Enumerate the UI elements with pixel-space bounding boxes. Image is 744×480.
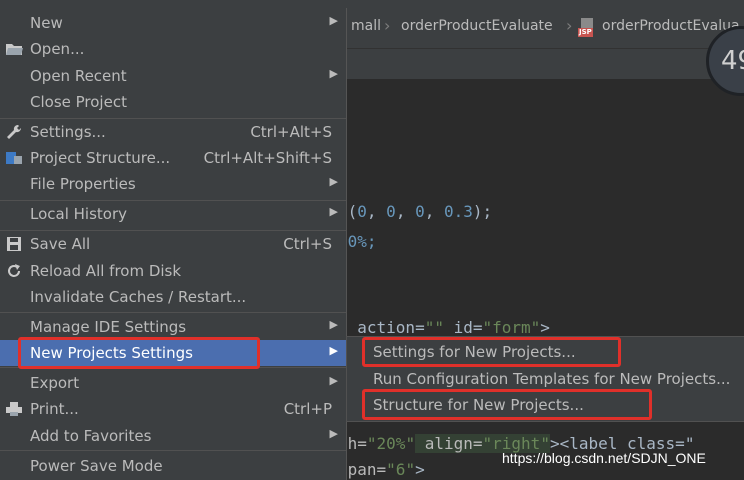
breadcrumb-item-file[interactable]: orderProductEvalua bbox=[602, 18, 740, 34]
highlight-box bbox=[18, 337, 260, 369]
submenu-arrow-icon: ▶ bbox=[329, 344, 338, 357]
printer-icon bbox=[5, 400, 23, 418]
wrench-icon bbox=[5, 123, 23, 141]
save-icon bbox=[5, 235, 23, 253]
editor-tab-bar bbox=[346, 48, 744, 79]
menu-item-invalidate-caches[interactable]: Invalidate Caches / Restart... bbox=[0, 284, 346, 310]
highlight-box bbox=[362, 337, 621, 367]
chevron-right-icon: › bbox=[566, 16, 573, 35]
submenu-arrow-icon: ▶ bbox=[329, 175, 338, 188]
chevron-right-icon: › bbox=[384, 16, 391, 35]
submenu-arrow-icon: ▶ bbox=[329, 67, 338, 80]
submenu-arrow-icon: ▶ bbox=[329, 427, 338, 440]
menu-item-open-recent[interactable]: Open Recent ▶ bbox=[0, 63, 346, 89]
menu-item-new[interactable]: New ▶ bbox=[0, 10, 346, 36]
menu-item-add-to-favorites[interactable]: Add to Favorites ▶ bbox=[0, 423, 346, 449]
menu-item-project-structure[interactable]: Project Structure... Ctrl+Alt+Shift+S bbox=[0, 145, 346, 171]
jsp-file-icon: JSP bbox=[578, 18, 596, 38]
submenu-arrow-icon: ▶ bbox=[329, 374, 338, 387]
menu-item-close-project[interactable]: Close Project bbox=[0, 89, 346, 115]
breadcrumb-item-mall[interactable]: mall bbox=[351, 18, 381, 34]
menu-item-reload[interactable]: Reload All from Disk bbox=[0, 258, 346, 284]
code-line: a(0, 0, 0, 0.3); bbox=[338, 202, 493, 221]
file-menu: New ▶ Open... Open Recent ▶ Close Projec… bbox=[0, 8, 347, 480]
submenu-arrow-icon: ▶ bbox=[329, 14, 338, 27]
reload-icon bbox=[5, 262, 23, 280]
folder-icon bbox=[5, 40, 23, 58]
menu-item-power-save-mode[interactable]: Power Save Mode bbox=[0, 453, 346, 479]
breadcrumb: mall › orderProductEvaluate › JSP orderP… bbox=[346, 8, 744, 48]
breadcrumb-item-folder[interactable]: orderProductEvaluate bbox=[401, 18, 553, 34]
submenu-arrow-icon: ▶ bbox=[329, 205, 338, 218]
menu-item-export[interactable]: Export ▶ bbox=[0, 370, 346, 396]
menu-item-settings[interactable]: Settings... Ctrl+Alt+S bbox=[0, 119, 346, 145]
menu-item-local-history[interactable]: Local History ▶ bbox=[0, 201, 346, 227]
project-structure-icon bbox=[5, 149, 23, 167]
menu-item-save-all[interactable]: Save All Ctrl+S bbox=[0, 231, 346, 257]
code-line: span="6"> bbox=[338, 460, 425, 479]
code-line: " action="" id="form"> bbox=[338, 318, 550, 337]
highlight-box bbox=[362, 389, 652, 420]
menu-separator bbox=[0, 450, 346, 451]
watermark: https://blog.csdn.net/SDJN_ONE bbox=[502, 450, 706, 466]
menu-separator bbox=[0, 312, 346, 313]
menu-item-file-properties[interactable]: File Properties ▶ bbox=[0, 171, 346, 197]
menu-item-print[interactable]: Print... Ctrl+P bbox=[0, 396, 346, 422]
top-strip bbox=[0, 0, 744, 8]
submenu-arrow-icon: ▶ bbox=[329, 318, 338, 331]
menu-item-open[interactable]: Open... bbox=[0, 36, 346, 62]
